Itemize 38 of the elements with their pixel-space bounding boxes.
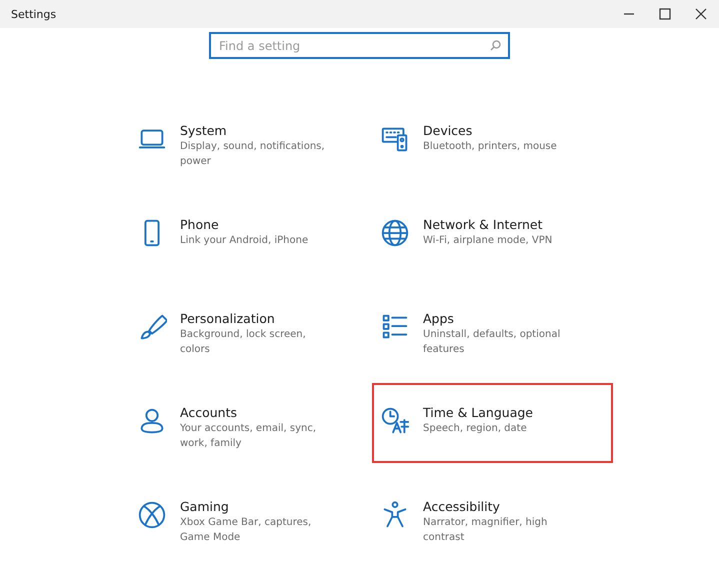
category-title: Accounts (180, 404, 238, 421)
category-title: Apps (423, 310, 455, 327)
category-tile[interactable]: System Display, sound, notifications, power (129, 101, 370, 181)
category-description: Bluetooth, printers, mouse (423, 140, 557, 154)
category-title: Time & Language (423, 404, 533, 421)
category-tile[interactable]: Personalization Background, lock screen, colors (129, 289, 370, 369)
category-description: Speech, region, date (423, 422, 528, 436)
category-description: Xbox Game Bar, captures, Game Mode (180, 516, 312, 545)
category-description: Uninstall, defaults, optional features (423, 328, 562, 357)
category-title: System (180, 122, 228, 139)
category-tile[interactable]: Time & Language Speech, region, date (372, 383, 613, 463)
category-description: Narrator, magnifier, high contrast (423, 516, 548, 545)
category-description: Background, lock screen, colors (180, 328, 307, 357)
category-tile[interactable]: Accessibility Narrator, magnifier, high contrast (372, 477, 613, 557)
category-title: Accessibility (423, 498, 501, 515)
maximize-icon (659, 8, 671, 20)
xbox-icon (137, 500, 167, 530)
category-description: Your accounts, email, sync, work, family (180, 422, 318, 451)
category-tile[interactable]: Network & Internet Wi-Fi, airplane mode, VPN (372, 195, 613, 275)
category-tile[interactable]: Devices Bluetooth, printers, mouse (372, 101, 613, 181)
clock-language-icon (380, 406, 410, 436)
category-tile[interactable]: Phone Link your Android, iPhone (129, 195, 370, 275)
category-title: Personalization (180, 310, 276, 327)
category-description: Link your Android, iPhone (180, 234, 308, 248)
category-title: Gaming (180, 498, 230, 515)
category-tile[interactable]: Accounts Your accounts, email, sync, work, family (129, 383, 370, 463)
category-tile[interactable]: Apps Uninstall, defaults, optional features (372, 289, 613, 369)
window-title: Settings (10, 8, 58, 20)
close-icon (695, 8, 707, 20)
category-tile[interactable]: Gaming Xbox Game Bar, captures, Game Mode (129, 477, 370, 557)
globe-icon (380, 218, 410, 248)
category-title: Devices (423, 122, 474, 139)
search-icon (490, 40, 501, 51)
category-description: Display, sound, notifications, power (180, 140, 326, 169)
category-title: Network & Internet (423, 216, 544, 233)
category-description: Wi-Fi, airplane mode, VPN (423, 234, 552, 248)
category-title: Phone (180, 216, 220, 233)
search-field[interactable]: Find a setting (209, 32, 510, 59)
